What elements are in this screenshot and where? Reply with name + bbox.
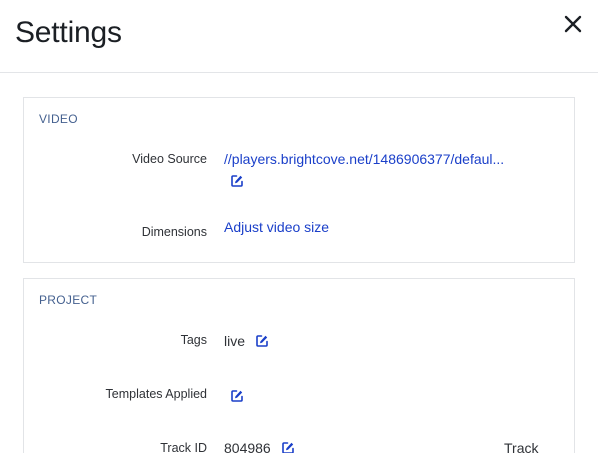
track-id-field: 804986 xyxy=(224,440,295,453)
edit-icon[interactable] xyxy=(255,334,269,348)
edit-icon xyxy=(230,174,244,188)
video-source-edit-button[interactable] xyxy=(230,173,244,189)
tags-value: live xyxy=(224,333,246,349)
tags-label: Tags xyxy=(180,333,207,347)
page-title: Settings xyxy=(15,16,122,49)
settings-modal: Settings VIDEO Video Source //players.br… xyxy=(0,0,598,453)
templates-applied-label: Templates Applied xyxy=(105,387,207,401)
close-icon xyxy=(562,13,584,35)
tags-field: live xyxy=(224,333,269,349)
project-section: PROJECT Tags live Templates Applied Trac… xyxy=(23,278,575,453)
track-id-value: 804986 xyxy=(224,440,271,453)
modal-header: Settings xyxy=(0,0,598,73)
edit-icon xyxy=(230,389,244,403)
section-heading-project: PROJECT xyxy=(39,293,98,307)
track-id-label: Track ID xyxy=(160,441,207,453)
video-source-field: //players.brightcove.net/1486906377/defa… xyxy=(224,151,504,167)
adjust-video-size-link[interactable]: Adjust video size xyxy=(224,219,329,235)
dimensions-field: Adjust video size xyxy=(224,219,329,235)
video-section: VIDEO Video Source //players.brightcove.… xyxy=(23,97,575,263)
templates-applied-edit-button[interactable] xyxy=(230,388,244,404)
close-button[interactable] xyxy=(562,13,584,35)
track-right-label: Track xyxy=(504,440,539,453)
video-source-link[interactable]: //players.brightcove.net/1486906377/defa… xyxy=(224,151,504,167)
edit-icon[interactable] xyxy=(281,441,295,453)
section-heading-video: VIDEO xyxy=(39,112,78,126)
video-source-label: Video Source xyxy=(132,152,207,166)
dimensions-label: Dimensions xyxy=(141,225,207,239)
